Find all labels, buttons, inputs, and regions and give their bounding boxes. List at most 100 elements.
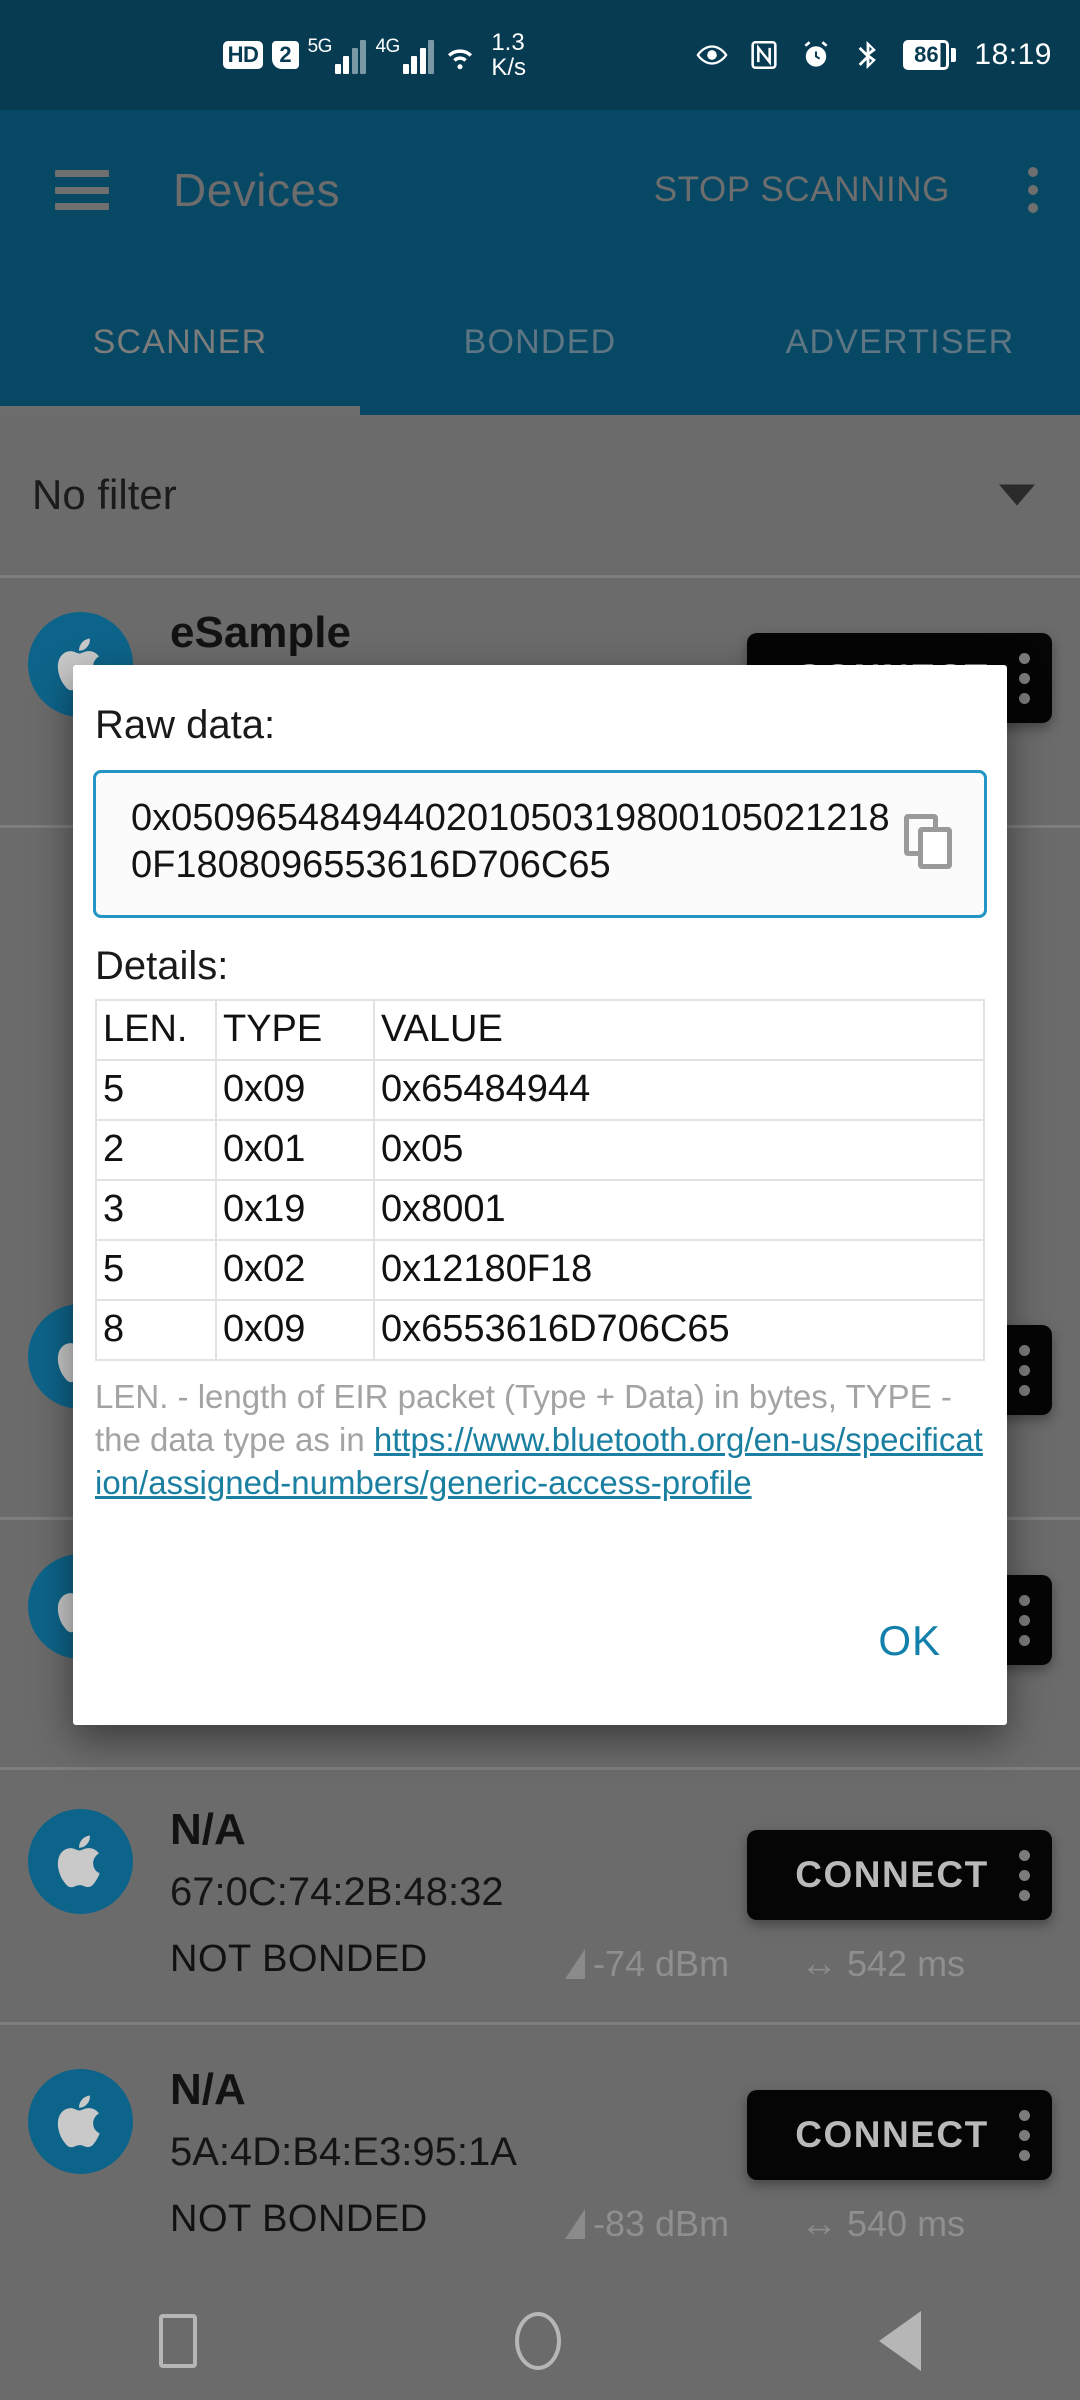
table-row: 8 0x09 0x6553616D706C65 — [95, 1299, 985, 1361]
cell-len: 2 — [95, 1119, 217, 1181]
column-header-type: TYPE — [215, 999, 375, 1061]
details-label: Details: — [95, 944, 229, 988]
apple-logo-icon — [57, 2095, 100, 2147]
avatar — [28, 1809, 133, 1914]
cell-type: 0x09 — [215, 1299, 375, 1361]
device-address: 5A:4D:B4:E3:95:1A — [170, 2130, 517, 2174]
avatar — [28, 2069, 133, 2174]
cell-type: 0x02 — [215, 1239, 375, 1301]
device-overflow-menu-icon[interactable] — [1019, 2109, 1052, 2161]
device-name: N/A — [170, 2065, 246, 2114]
device-interval-label: 540 ms — [847, 2203, 966, 2244]
phone-screen: HD 2 5G 4G 1.3 K/s 86 18:19 Devices STOP… — [0, 0, 1080, 2400]
table-row: 5 0x02 0x12180F18 — [95, 1239, 985, 1301]
stop-scanning-button[interactable]: STOP SCANNING — [654, 170, 950, 210]
cell-value: 0x12180F18 — [373, 1239, 985, 1301]
device-name: eSample — [170, 608, 351, 657]
tab-bar: SCANNER BONDED ADVERTISER — [0, 270, 1080, 415]
network-speed-indicator: 1.3 K/s — [491, 30, 526, 80]
sim2-badge-icon: 2 — [272, 41, 299, 69]
battery-icon: 86 — [903, 40, 957, 70]
signal-5g-icon: 5G — [308, 36, 367, 74]
footnote: LEN. - length of EIR packet (Type + Data… — [95, 1375, 985, 1504]
cell-len: 8 — [95, 1299, 217, 1361]
tab-active-indicator — [0, 406, 360, 415]
clock-label: 18:19 — [974, 38, 1052, 71]
cell-type: 0x09 — [215, 1059, 375, 1121]
signal-strength-icon — [565, 2209, 585, 2239]
status-bar-left-group: HD 2 5G 4G 1.3 K/s — [0, 30, 526, 80]
connect-button-label: CONNECT — [795, 2114, 989, 2155]
tab-scanner[interactable]: SCANNER — [0, 270, 360, 415]
table-row: 3 0x19 0x8001 — [95, 1179, 985, 1241]
device-rssi: -74 dBm — [565, 1943, 729, 1985]
device-interval: ↔ 540 ms — [800, 2203, 965, 2245]
tab-advertiser[interactable]: ADVERTISER — [720, 270, 1080, 415]
device-bond-state: NOT BONDED — [170, 2198, 428, 2240]
copy-icon[interactable] — [904, 814, 956, 870]
status-bar: HD 2 5G 4G 1.3 K/s 86 18:19 — [0, 0, 1080, 110]
circle-home-icon[interactable] — [515, 2312, 561, 2370]
device-overflow-menu-icon[interactable] — [1019, 1344, 1052, 1396]
battery-percent-label: 86 — [903, 40, 950, 70]
alarm-icon — [804, 41, 828, 67]
device-overflow-menu-icon[interactable] — [1019, 1594, 1052, 1646]
device-rssi-label: -74 dBm — [593, 1943, 730, 1984]
device-overflow-menu-icon[interactable] — [1019, 1849, 1052, 1901]
signal-strength-icon — [565, 1949, 585, 1979]
interval-arrows-icon: ↔ — [800, 2203, 838, 2245]
chevron-down-icon — [999, 484, 1035, 506]
triangle-back-icon[interactable] — [879, 2311, 921, 2371]
device-name: N/A — [170, 1805, 246, 1854]
column-header-len: LEN. — [95, 999, 217, 1061]
connect-button-label: CONNECT — [795, 1854, 989, 1895]
cell-value: 0x05 — [373, 1119, 985, 1181]
overflow-menu-icon[interactable] — [1028, 167, 1038, 213]
status-bar-right-group: 86 18:19 — [526, 38, 1080, 72]
filter-label: No filter — [32, 471, 177, 518]
raw-data-field[interactable]: 0x05096548494402010503198001050212180F18… — [93, 770, 987, 918]
network-speed-value: 1.3 — [491, 29, 525, 56]
connect-button[interactable]: CONNECT — [747, 2090, 1052, 2180]
bluetooth-icon — [859, 40, 877, 70]
signal-4g-icon: 4G — [375, 36, 435, 74]
square-recents-icon[interactable] — [159, 2314, 197, 2368]
device-overflow-menu-icon[interactable] — [1019, 652, 1052, 704]
apple-logo-icon — [57, 1835, 100, 1887]
cell-len: 5 — [95, 1059, 217, 1121]
device-rssi: -83 dBm — [565, 2203, 729, 2245]
raw-data-dialog: Raw data: 0x0509654849440201050319800105… — [73, 665, 1007, 1725]
hamburger-icon[interactable] — [55, 170, 109, 210]
battery-cap — [951, 48, 957, 62]
filter-selector[interactable]: No filter — [0, 415, 1080, 578]
cell-value: 0x6553616D706C65 — [373, 1299, 985, 1361]
ok-button[interactable]: OK — [860, 1605, 959, 1677]
signal-bars-4g — [402, 36, 435, 74]
cell-len: 3 — [95, 1179, 217, 1241]
table-header-row: LEN. TYPE VALUE — [95, 999, 985, 1061]
hd-badge-icon: HD — [222, 41, 264, 69]
system-navigation-bar — [0, 2282, 1080, 2400]
tab-bonded[interactable]: BONDED — [360, 270, 720, 415]
cell-type: 0x19 — [215, 1179, 375, 1241]
connect-button[interactable]: CONNECT — [747, 1830, 1052, 1920]
wifi-icon — [448, 49, 473, 70]
network-type-label-5g: 5G — [307, 36, 333, 57]
column-header-value: VALUE — [373, 999, 985, 1061]
device-bond-state: NOT BONDED — [170, 1938, 428, 1980]
page-title: Devices — [173, 164, 341, 216]
device-rssi-label: -83 dBm — [593, 2203, 730, 2244]
details-table: LEN. TYPE VALUE 5 0x09 0x65484944 2 0x01… — [95, 999, 985, 1361]
app-bar-top-row: Devices STOP SCANNING — [0, 110, 1080, 270]
signal-bars-5g — [334, 36, 367, 74]
network-speed-unit: K/s — [491, 54, 526, 81]
device-address: 67:0C:74:2B:48:32 — [170, 1870, 504, 1914]
cell-value: 0x65484944 — [373, 1059, 985, 1121]
device-list-item-1[interactable]: N/A 67:0C:74:2B:48:32 NOT BONDED -74 dBm… — [0, 1775, 1080, 2025]
device-list-item-2[interactable]: N/A 5A:4D:B4:E3:95:1A NOT BONDED -83 dBm… — [0, 2035, 1080, 2285]
cell-value: 0x8001 — [373, 1179, 985, 1241]
interval-arrows-icon: ↔ — [800, 1943, 838, 1985]
table-row: 5 0x09 0x65484944 — [95, 1059, 985, 1121]
eye-icon — [696, 45, 728, 65]
nfc-icon — [751, 40, 778, 70]
